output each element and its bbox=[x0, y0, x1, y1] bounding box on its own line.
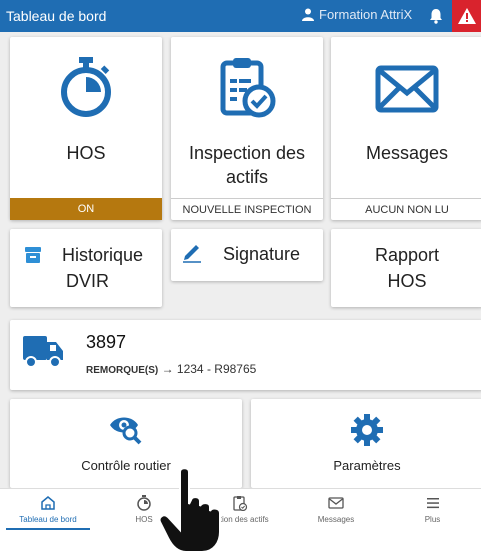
nav-more-label: Plus bbox=[424, 515, 441, 524]
user-name: Formation AttriX bbox=[319, 7, 413, 22]
clipboard-check-icon bbox=[233, 496, 248, 511]
inspection-status-bar: NOUVELLE INSPECTION bbox=[171, 198, 323, 220]
stopwatch-icon bbox=[137, 495, 151, 511]
hos-report-label-line2: HOS bbox=[387, 271, 427, 291]
hos-status-bar: ON bbox=[10, 198, 162, 220]
vehicle-card[interactable]: 3897 REMORQUE(S) → 1234 - R98765 bbox=[10, 320, 481, 390]
hos-tile[interactable]: HOS ON bbox=[10, 37, 162, 220]
home-icon bbox=[41, 496, 55, 510]
eye-search-icon bbox=[110, 417, 142, 445]
user-menu[interactable]: Formation AttriX bbox=[302, 7, 412, 22]
bottom-nav: Tableau de bord HOS ection des actifs Me… bbox=[0, 488, 481, 532]
nav-dashboard-label: Tableau de bord bbox=[19, 515, 77, 524]
hos-report-label-line1: Rapport bbox=[374, 245, 440, 265]
signature-label: Signature bbox=[223, 244, 301, 264]
gear-icon bbox=[351, 414, 383, 446]
trailer-value: → 1234 - R98765 bbox=[161, 362, 257, 376]
top-bar: Tableau de bord Formation AttriX bbox=[0, 0, 481, 32]
dvir-label-line2: DVIR bbox=[66, 271, 110, 291]
envelope-icon bbox=[375, 65, 439, 113]
clipboard-check-icon bbox=[220, 58, 276, 118]
pointing-hand-icon bbox=[158, 467, 221, 553]
inspection-tile[interactable]: Inspection des actifs NOUVELLE INSPECTIO… bbox=[171, 37, 323, 220]
alert-button[interactable] bbox=[452, 0, 481, 32]
bell-icon[interactable] bbox=[426, 6, 446, 26]
inspection-label-line1: Inspection des bbox=[188, 143, 306, 163]
settings-tile[interactable]: Paramètres bbox=[251, 399, 481, 488]
truck-icon bbox=[23, 336, 63, 368]
messages-status-bar: AUCUN NON LU bbox=[331, 198, 481, 220]
user-icon bbox=[302, 8, 314, 21]
page-title: Tableau de bord bbox=[6, 8, 107, 24]
vehicle-number: 3897 bbox=[86, 332, 127, 352]
dvir-label-line1: Historique bbox=[62, 245, 144, 265]
nav-messages[interactable]: Messages bbox=[288, 489, 384, 533]
trailer-info: REMORQUE(S) → 1234 - R98765 bbox=[86, 362, 256, 376]
dashboard-content: HOS ON Inspection des actifs NOUVELLE IN… bbox=[0, 32, 481, 488]
envelope-icon bbox=[328, 497, 344, 509]
dvir-history-tile[interactable]: Historique DVIR bbox=[10, 229, 162, 307]
signature-tile[interactable]: Signature bbox=[171, 229, 323, 281]
warning-icon bbox=[457, 8, 476, 24]
settings-label: Paramètres bbox=[333, 458, 401, 473]
messages-tile[interactable]: Messages AUCUN NON LU bbox=[331, 37, 481, 220]
nav-dashboard[interactable]: Tableau de bord bbox=[0, 489, 96, 533]
hos-label: HOS bbox=[66, 143, 106, 163]
signature-pen-icon bbox=[183, 245, 201, 263]
menu-icon bbox=[426, 498, 439, 509]
nav-more[interactable]: Plus bbox=[384, 489, 481, 533]
hos-report-tile[interactable]: Rapport HOS bbox=[331, 229, 481, 307]
trailer-prefix: REMORQUE(S) bbox=[86, 365, 159, 376]
archive-icon bbox=[25, 247, 41, 263]
inspection-label-line2: actifs bbox=[225, 167, 268, 187]
messages-label: Messages bbox=[365, 143, 449, 163]
stopwatch-icon bbox=[61, 57, 111, 117]
nav-messages-label: Messages bbox=[317, 515, 355, 524]
nav-hos-label: HOS bbox=[135, 515, 153, 524]
